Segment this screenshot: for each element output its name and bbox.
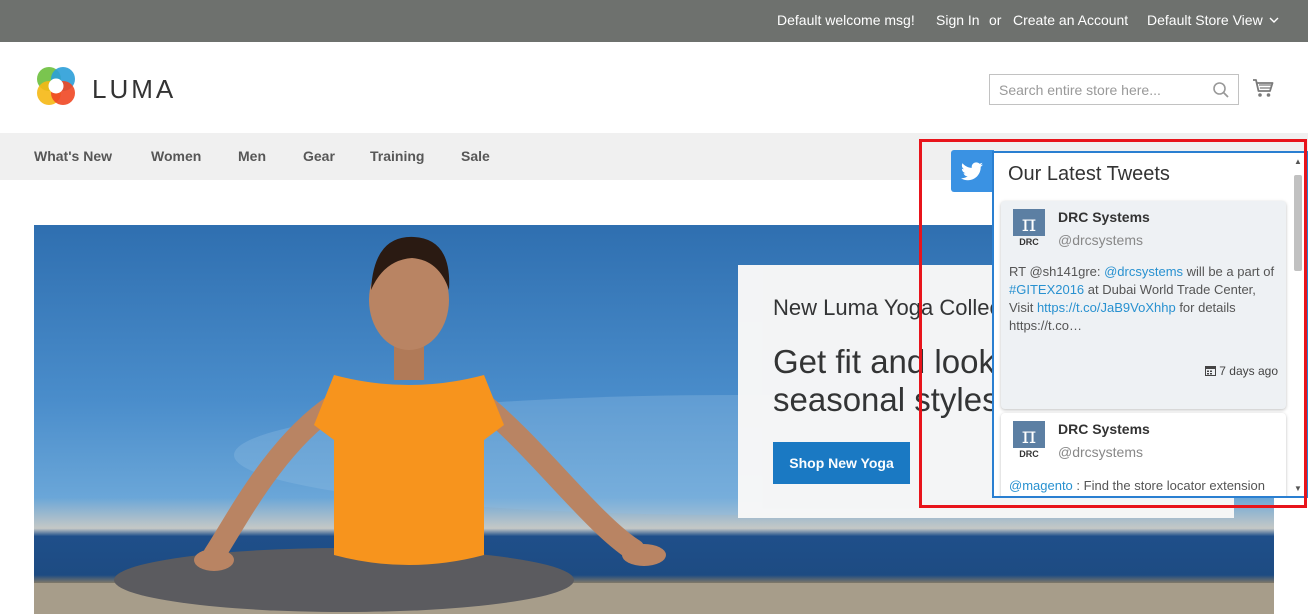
create-account-link[interactable]: Create an Account — [1013, 12, 1128, 28]
store-view-switcher[interactable]: Default Store View — [1147, 12, 1279, 28]
nav-item-women[interactable]: Women — [151, 148, 201, 164]
svg-text:π: π — [1022, 424, 1036, 449]
scrollbar-thumb[interactable] — [1294, 175, 1302, 271]
tweet-text-part: will be a part of — [1183, 264, 1275, 279]
tweet-author-name[interactable]: DRC Systems — [1058, 421, 1150, 437]
search-icon[interactable] — [1212, 81, 1230, 99]
luma-logo-icon — [37, 67, 75, 105]
nav-item-whats-new[interactable]: What's New — [34, 148, 112, 164]
twitter-feed-panel[interactable]: Our Latest Tweets π DRC DRC Systems @drc… — [992, 151, 1308, 498]
sign-in-link[interactable]: Sign In — [936, 12, 980, 28]
nav-item-men[interactable]: Men — [238, 148, 266, 164]
store-view-label: Default Store View — [1147, 12, 1263, 28]
svg-text:DRC: DRC — [1019, 237, 1039, 247]
tweet-author-handle[interactable]: @drcsystems — [1058, 444, 1143, 460]
welcome-message: Default welcome msg! — [777, 12, 915, 28]
tweet-author-name[interactable]: DRC Systems — [1058, 209, 1150, 225]
tweet-text-part: RT @sh141gre: — [1009, 264, 1105, 279]
or-separator: or — [989, 12, 1002, 28]
tweet-card[interactable]: π DRC DRC Systems @drcsystems RT @sh141g… — [1001, 201, 1286, 409]
tweet-text-part: : Find the store locator extension — [1072, 478, 1266, 493]
search-input[interactable] — [990, 75, 1210, 104]
tweet-time-label: 7 days ago — [1219, 364, 1278, 378]
search-box — [989, 74, 1239, 105]
nav-item-gear[interactable]: Gear — [303, 148, 335, 164]
tweet-text: RT @sh141gre: @drcsystems will be a part… — [1009, 263, 1281, 335]
drc-avatar-icon: π DRC — [1013, 209, 1045, 247]
scroll-up-arrow-icon[interactable]: ▲ — [1293, 157, 1303, 167]
tweet-feed-scrollbar[interactable]: ▲ ▼ — [1292, 157, 1304, 494]
twitter-feed-title: Our Latest Tweets — [1008, 163, 1170, 185]
svg-text:DRC: DRC — [1019, 449, 1039, 459]
cart-icon[interactable] — [1252, 77, 1274, 99]
chevron-down-icon — [1269, 17, 1279, 23]
hashtag-link[interactable]: #GITEX2016 — [1009, 282, 1084, 297]
twitter-toggle-button[interactable] — [951, 150, 994, 192]
tweet-author-handle[interactable]: @drcsystems — [1058, 232, 1143, 248]
calendar-icon — [1205, 366, 1217, 376]
luma-logo[interactable]: LUMA — [34, 64, 184, 110]
svg-text:π: π — [1022, 212, 1036, 237]
twitter-bird-icon — [961, 162, 983, 181]
drc-avatar-icon: π DRC — [1013, 421, 1045, 459]
nav-item-sale[interactable]: Sale — [461, 148, 490, 164]
mention-link[interactable]: @magento — [1009, 478, 1073, 493]
scroll-down-arrow-icon[interactable]: ▼ — [1293, 484, 1303, 494]
mention-link[interactable]: @drcsystems — [1104, 264, 1183, 279]
logo-text: LUMA — [92, 74, 177, 104]
tweet-card[interactable]: π DRC DRC Systems @drcsystems @magento :… — [1001, 413, 1286, 496]
tweet-text: @magento : Find the store locator extens… — [1009, 477, 1281, 495]
top-bar: Default welcome msg! Sign In or Create a… — [0, 0, 1308, 42]
shop-new-yoga-button[interactable]: Shop New Yoga — [773, 442, 910, 484]
url-link[interactable]: https://t.co/JaB9VoXhhp — [1037, 300, 1176, 315]
nav-item-training[interactable]: Training — [370, 148, 424, 164]
tweet-timestamp[interactable]: 7 days ago — [1205, 364, 1278, 378]
